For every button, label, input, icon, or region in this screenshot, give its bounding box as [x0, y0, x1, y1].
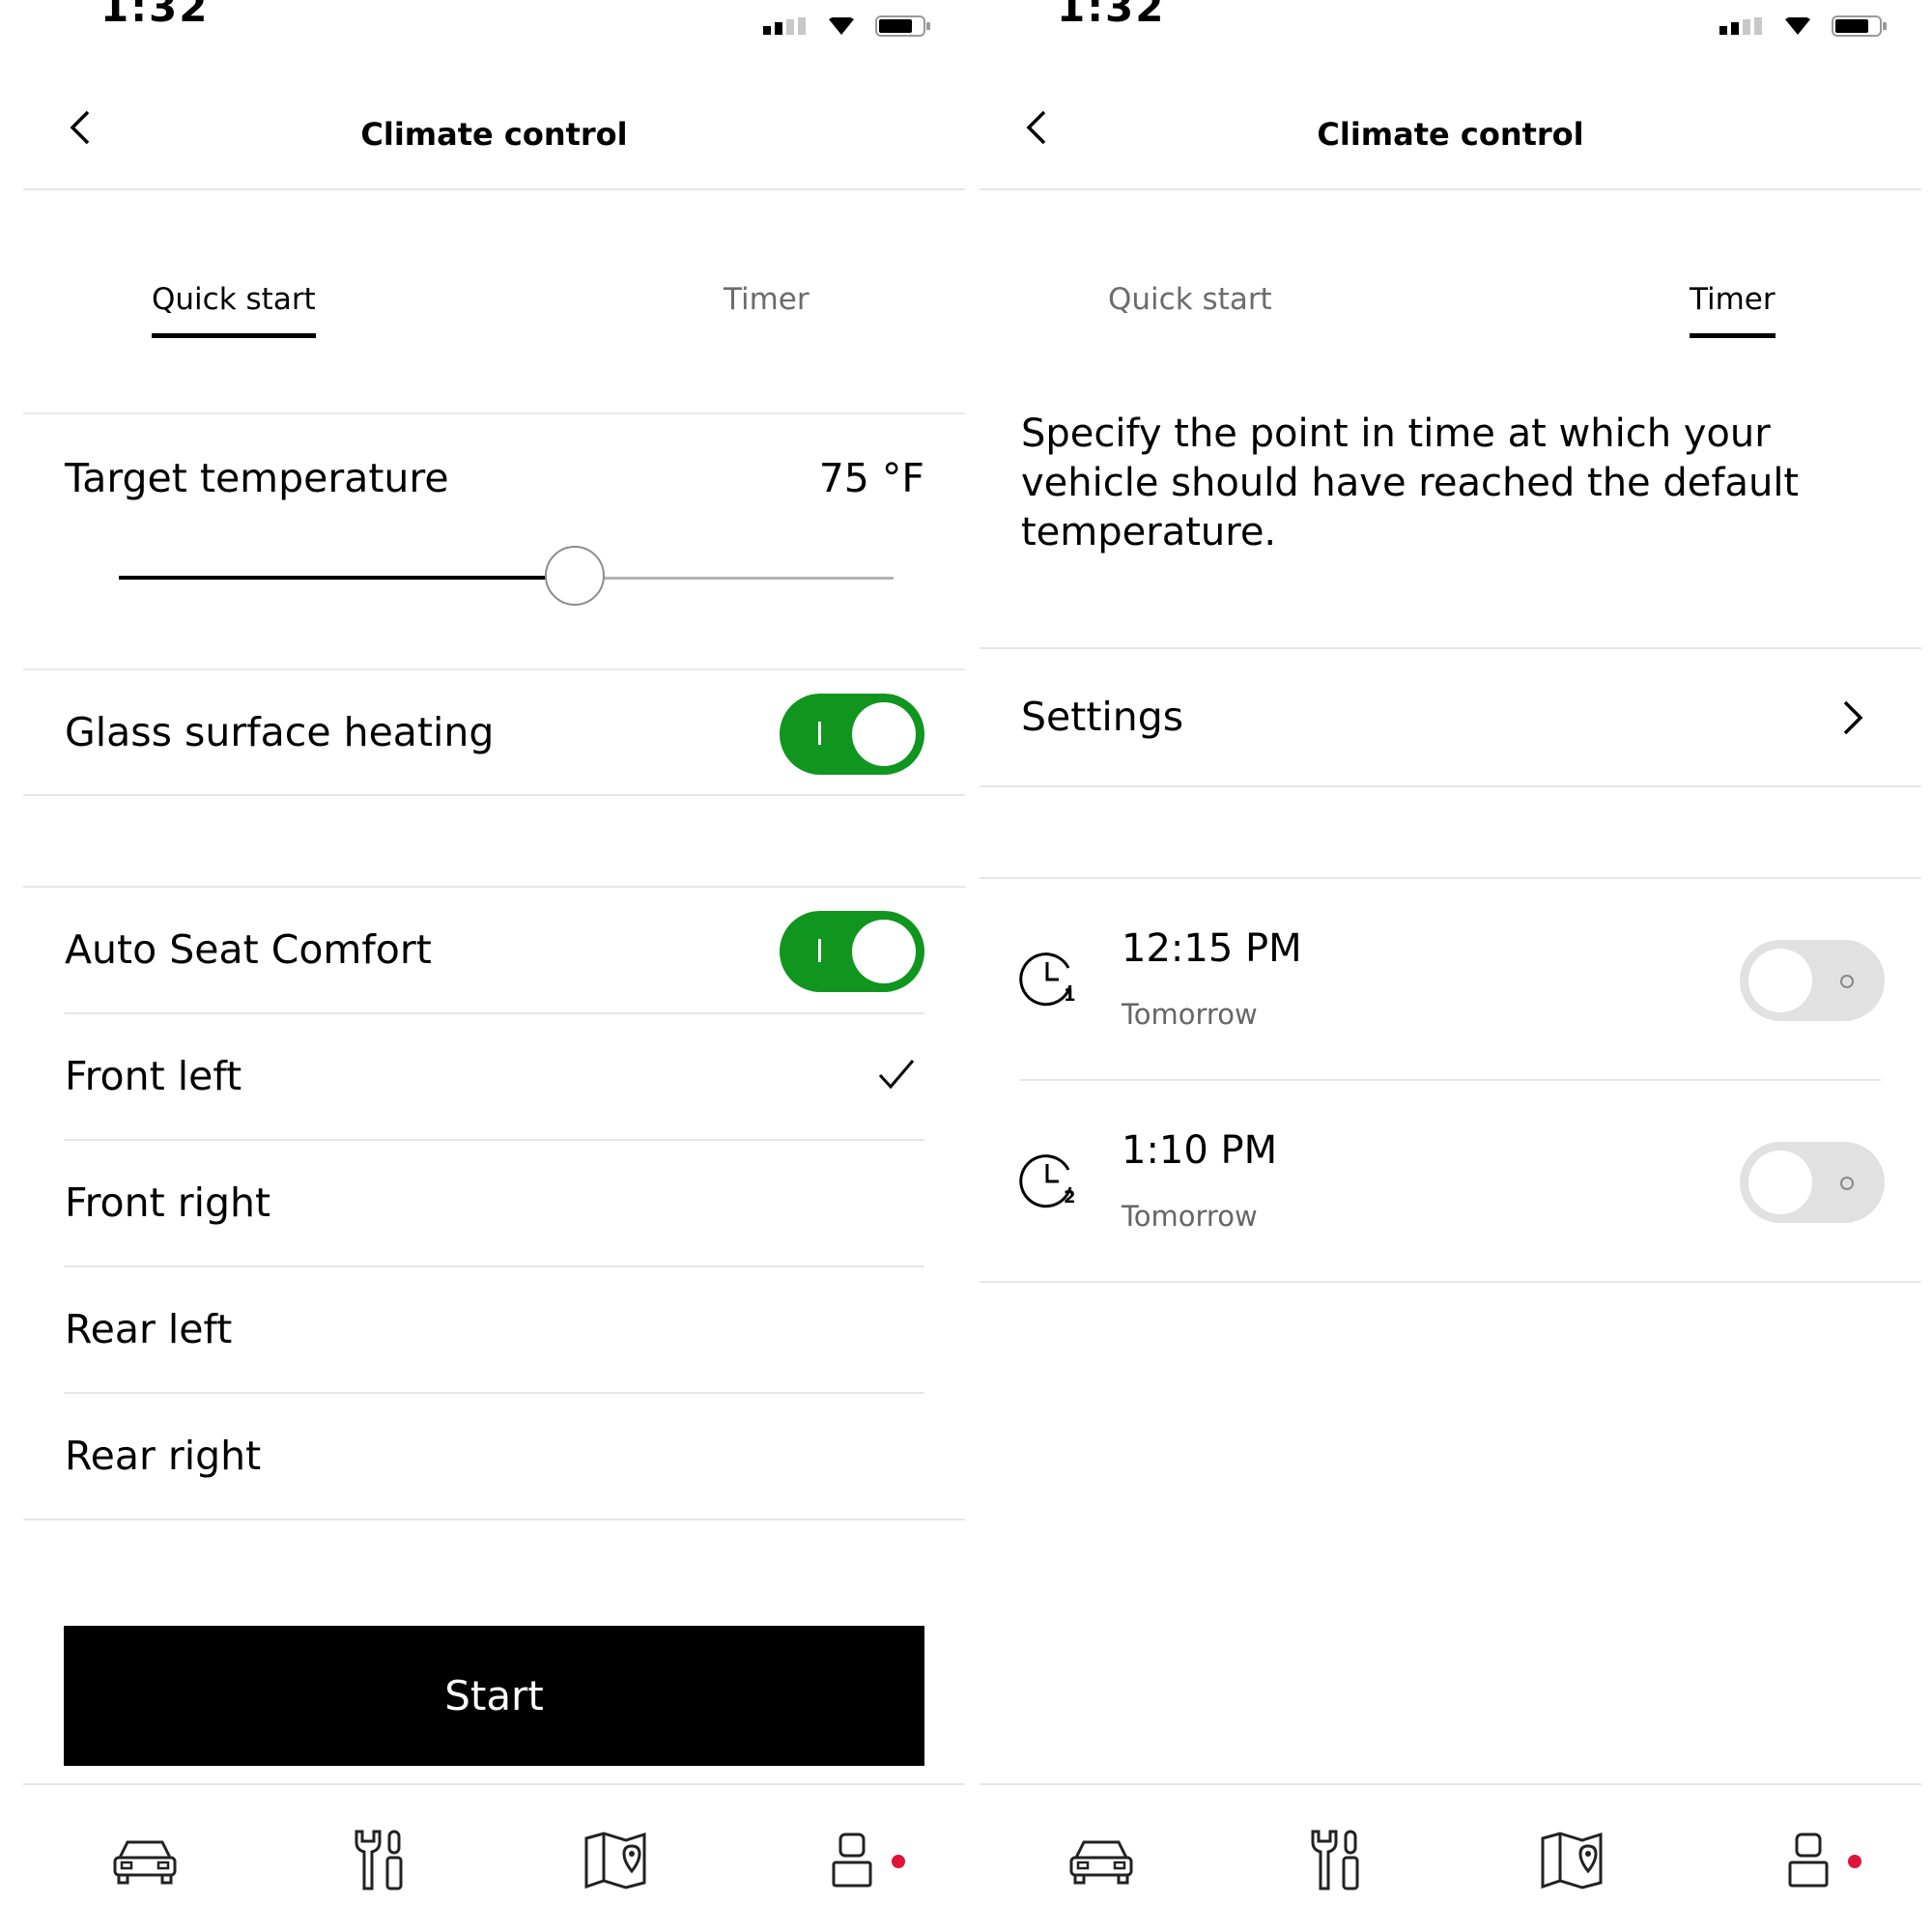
- seat-label: Rear right: [65, 1433, 262, 1479]
- toggle-knob: [1748, 1151, 1812, 1214]
- battery-icon: [1832, 15, 1887, 37]
- bottom-nav: [980, 1783, 1921, 1932]
- tab-quick-start[interactable]: Quick start: [152, 278, 316, 338]
- start-button[interactable]: Start: [64, 1626, 924, 1766]
- target-temperature-label: Target temperature: [65, 455, 449, 501]
- timer-description: Specify the point in time at which your …: [1021, 412, 1800, 554]
- header-divider: [980, 188, 1921, 190]
- profile-icon: [832, 1833, 872, 1888]
- tab-label: Quick start: [1108, 282, 1272, 317]
- status-icons: [763, 14, 931, 39]
- nav-profile[interactable]: [813, 1822, 891, 1899]
- active-tab-indicator: [1690, 333, 1776, 338]
- toggle-knob: [852, 702, 916, 766]
- header-divider: [23, 188, 965, 190]
- settings-label: Settings: [1021, 694, 1184, 740]
- service-tools-icon: [1311, 1830, 1359, 1890]
- timer-row-2[interactable]: 2 1:10 PM Tomorrow: [980, 1081, 1921, 1279]
- checkmark-icon: [878, 1060, 915, 1090]
- car-icon: [1069, 1840, 1133, 1885]
- seat-option-rear-right[interactable]: Rear right: [23, 1394, 965, 1518]
- glass-heating-label: Glass surface heating: [65, 709, 495, 755]
- slider-track-empty: [598, 577, 894, 580]
- row-divider: [23, 1519, 965, 1520]
- toggle-knob: [1748, 949, 1812, 1012]
- seat-label: Front right: [65, 1179, 271, 1226]
- map-icon: [584, 1832, 646, 1889]
- car-icon: [113, 1840, 177, 1885]
- row-divider: [23, 886, 965, 888]
- row-divider: [980, 1281, 1921, 1283]
- seat-option-front-right[interactable]: Front right: [23, 1141, 965, 1264]
- quick-start-screen: 1:32 Climate control Quick start Timer T…: [23, 0, 965, 1932]
- auto-seat-toggle[interactable]: [780, 911, 924, 992]
- row-divider: [980, 785, 1921, 787]
- glass-heating-toggle[interactable]: [780, 694, 924, 775]
- toggle-off-mark: [1840, 1177, 1854, 1190]
- map-icon: [1541, 1832, 1603, 1889]
- tab-label: Timer: [724, 282, 810, 317]
- nav-service[interactable]: [341, 1822, 418, 1899]
- tab-quick-start[interactable]: Quick start: [1108, 278, 1272, 321]
- page-title: Climate control: [360, 116, 628, 153]
- battery-icon: [875, 15, 930, 37]
- wifi-icon: [829, 17, 854, 35]
- row-divider: [23, 794, 965, 796]
- timer-1-toggle[interactable]: [1740, 940, 1885, 1021]
- nav-service[interactable]: [1297, 1822, 1375, 1899]
- timer-time: 1:10 PM: [1122, 1128, 1278, 1173]
- timer-day: Tomorrow: [1122, 998, 1258, 1031]
- signal-icon: [763, 17, 806, 35]
- page-title: Climate control: [1317, 116, 1584, 153]
- nav-map[interactable]: [577, 1822, 654, 1899]
- seat-option-front-left[interactable]: Front left: [23, 1014, 965, 1138]
- chevron-right-icon: [1843, 700, 1863, 735]
- timer-day: Tomorrow: [1122, 1200, 1258, 1233]
- nav-map[interactable]: [1533, 1822, 1610, 1899]
- service-tools-icon: [355, 1830, 403, 1890]
- status-icons: [1719, 14, 1888, 39]
- timer-row-1[interactable]: 1 12:15 PM Tomorrow: [980, 879, 1921, 1077]
- row-divider: [23, 668, 965, 670]
- seat-label: Front left: [65, 1053, 242, 1099]
- signal-icon: [1719, 17, 1762, 35]
- timer-2-toggle[interactable]: [1740, 1142, 1885, 1223]
- temperature-slider-thumb[interactable]: [545, 546, 605, 606]
- tab-label: Timer: [1690, 282, 1776, 317]
- timer-number: 2: [1064, 1187, 1076, 1208]
- target-temperature-value: 75 °F: [818, 455, 924, 501]
- active-tab-indicator: [152, 333, 316, 338]
- auto-seat-label: Auto Seat Comfort: [65, 926, 432, 973]
- profile-icon: [1788, 1833, 1829, 1888]
- status-time: 1:32: [1057, 0, 1166, 31]
- tabs-divider: [23, 412, 965, 414]
- seat-option-rear-left[interactable]: Rear left: [23, 1267, 965, 1391]
- notification-dot: [1848, 1855, 1861, 1868]
- toggle-on-mark: [818, 939, 821, 962]
- bottom-nav: [23, 1783, 965, 1932]
- seat-label: Rear left: [65, 1306, 233, 1352]
- toggle-off-mark: [1840, 975, 1854, 988]
- nav-vehicle[interactable]: [106, 1822, 184, 1899]
- wifi-icon: [1785, 17, 1810, 35]
- tab-timer[interactable]: Timer: [724, 278, 810, 321]
- toggle-knob: [852, 920, 916, 983]
- settings-row[interactable]: Settings: [980, 649, 1921, 784]
- nav-profile[interactable]: [1770, 1822, 1847, 1899]
- timer-time: 12:15 PM: [1122, 926, 1302, 971]
- nav-vehicle[interactable]: [1063, 1822, 1140, 1899]
- status-time: 1:32: [100, 0, 210, 31]
- tab-timer[interactable]: Timer: [1690, 278, 1776, 338]
- timer-number: 1: [1064, 985, 1076, 1006]
- notification-dot: [892, 1855, 905, 1868]
- toggle-on-mark: [818, 722, 821, 745]
- timer-screen: 1:32 Climate control Quick start Timer S…: [980, 0, 1921, 1932]
- slider-track-filled: [119, 576, 575, 580]
- tab-label: Quick start: [152, 282, 316, 317]
